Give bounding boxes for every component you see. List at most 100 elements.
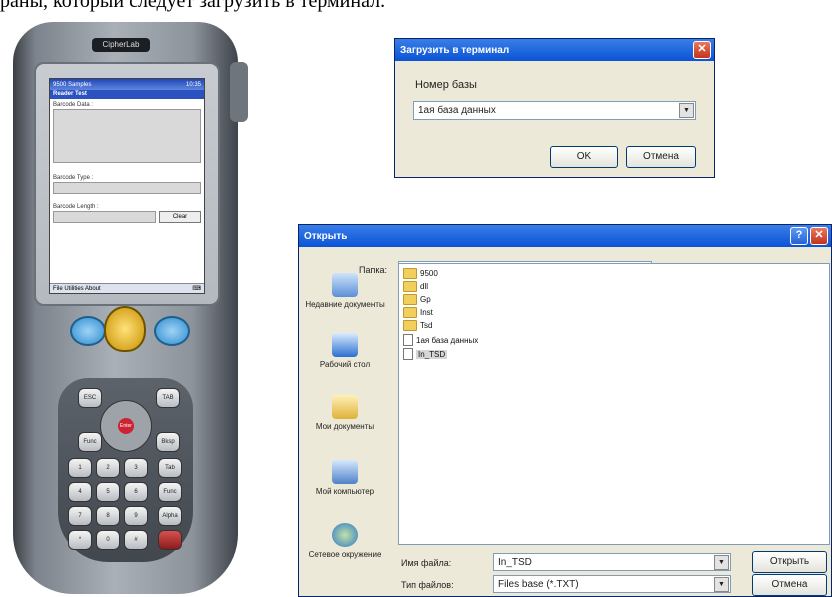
- key-tab[interactable]: TAB: [156, 388, 180, 408]
- screen-status-bar: 9500 Samples 10:35: [50, 79, 204, 90]
- folder-icon: [403, 281, 417, 292]
- close-icon[interactable]: ✕: [693, 41, 711, 59]
- key-3[interactable]: 3: [124, 458, 148, 478]
- key-bksp[interactable]: Bksp: [156, 432, 180, 452]
- place-network[interactable]: Сетевое окружение: [303, 523, 387, 559]
- place-recent-label: Недавние документы: [305, 300, 385, 309]
- recent-documents-icon: [332, 273, 358, 297]
- cancel-button[interactable]: Отмена: [626, 146, 696, 168]
- open-file-dialog: Открыть ? ✕ Папка: 9500 ▼ ⇦▣◫☷ Недавние …: [298, 224, 832, 597]
- place-desktop[interactable]: Рабочий стол: [303, 333, 387, 369]
- navigation-pad[interactable]: Enter: [100, 400, 152, 452]
- filetype-label: Тип файлов:: [401, 580, 454, 590]
- barcode-data-label: Barcode Data :: [53, 102, 94, 108]
- place-documents-label: Мои документы: [315, 422, 375, 431]
- key-1[interactable]: 1: [68, 458, 92, 478]
- key-enter[interactable]: Enter: [118, 418, 134, 434]
- dropdown-arrow-icon[interactable]: ▼: [714, 555, 729, 570]
- key-4[interactable]: 4: [68, 482, 92, 502]
- barcode-type-field[interactable]: [53, 182, 201, 194]
- item-name: dll: [420, 282, 429, 291]
- folder-icon: [403, 294, 417, 305]
- list-item[interactable]: Gp: [403, 294, 431, 305]
- item-name: 9500: [420, 269, 438, 278]
- keyboard-icon[interactable]: ⌨: [192, 285, 201, 292]
- key-7[interactable]: 7: [68, 506, 92, 526]
- key-0[interactable]: 0: [96, 530, 120, 550]
- key-side-func[interactable]: Func: [158, 482, 182, 502]
- clear-button[interactable]: Clear: [159, 211, 201, 223]
- list-item[interactable]: 1ая база данных: [403, 334, 478, 346]
- page-heading: раны, который следует загрузить в термин…: [0, 0, 386, 12]
- terminal-screen: 9500 Samples 10:35 Reader Test Barcode D…: [49, 78, 205, 294]
- item-name: 1ая база данных: [416, 335, 479, 345]
- open-dialog-titlebar[interactable]: Открыть ? ✕: [299, 225, 831, 247]
- handheld-terminal: CipherLab 9500 Samples 10:35 Reader Test…: [8, 22, 248, 594]
- key-9[interactable]: 9: [124, 506, 148, 526]
- key-8[interactable]: 8: [96, 506, 120, 526]
- screen-app-title: Reader Test: [50, 90, 204, 99]
- filetype-value: Files base (*.TXT): [498, 579, 579, 590]
- place-recent[interactable]: Недавние документы: [303, 273, 387, 309]
- key-side-alpha[interactable]: Alpha: [158, 506, 182, 526]
- database-select[interactable]: 1ая база данных ▼: [413, 101, 696, 120]
- filetype-select[interactable]: Files base (*.TXT) ▼: [493, 575, 731, 593]
- ok-button[interactable]: OK: [550, 146, 618, 168]
- keypad: ESC TAB Enter Func Bksp 1 2 3 Tab 4 5 6 …: [58, 378, 193, 562]
- network-icon: [332, 523, 358, 547]
- load-dialog-titlebar[interactable]: Загрузить в терминал ✕: [395, 39, 714, 61]
- list-item[interactable]: 9500: [403, 268, 438, 279]
- load-to-terminal-dialog: Загрузить в терминал ✕ Номер базы 1ая ба…: [394, 38, 715, 178]
- load-dialog-title: Загрузить в терминал: [400, 44, 510, 56]
- barcode-length-label: Barcode Length :: [53, 204, 99, 210]
- filename-label: Имя файла:: [401, 558, 452, 568]
- my-computer-icon: [332, 460, 358, 484]
- database-select-value: 1ая база данных: [418, 105, 496, 116]
- key-2[interactable]: 2: [96, 458, 120, 478]
- list-item[interactable]: Tsd: [403, 320, 432, 331]
- open-dialog-title: Открыть: [304, 230, 348, 242]
- filename-value: In_TSD: [498, 557, 532, 568]
- places-bar: Недавние документы Рабочий стол Мои доку…: [303, 255, 387, 593]
- list-item[interactable]: Inst: [403, 307, 433, 318]
- place-documents[interactable]: Мои документы: [303, 395, 387, 431]
- cancel-button[interactable]: Отмена: [752, 574, 827, 596]
- open-button[interactable]: Открыть: [752, 551, 827, 573]
- left-function-button[interactable]: [70, 316, 106, 346]
- close-icon[interactable]: ✕: [810, 227, 828, 245]
- barcode-length-field[interactable]: [53, 211, 156, 223]
- place-computer-label: Мой компьютер: [315, 487, 375, 496]
- file-list[interactable]: 9500 dll Gp Inst Tsd 1ая база данных In_…: [398, 263, 830, 545]
- side-scan-button[interactable]: [230, 62, 248, 122]
- filename-input[interactable]: In_TSD ▼: [493, 553, 731, 571]
- barcode-data-field[interactable]: [53, 109, 201, 163]
- titlebar-buttons: ? ✕: [790, 227, 828, 245]
- screen-menu-items[interactable]: File Utilities About: [53, 286, 101, 292]
- scan-trigger-button[interactable]: [104, 306, 146, 352]
- place-computer[interactable]: Мой компьютер: [303, 460, 387, 496]
- key-esc[interactable]: ESC: [78, 388, 102, 408]
- help-icon[interactable]: ?: [790, 227, 808, 245]
- item-name: Tsd: [420, 321, 433, 330]
- dropdown-arrow-icon[interactable]: ▼: [714, 577, 729, 592]
- item-name: Gp: [420, 295, 431, 304]
- folder-icon: [403, 320, 417, 331]
- key-5[interactable]: 5: [96, 482, 120, 502]
- key-side-tab[interactable]: Tab: [158, 458, 182, 478]
- text-file-icon: [403, 334, 413, 346]
- key-6[interactable]: 6: [124, 482, 148, 502]
- barcode-length-row: Clear: [53, 211, 201, 223]
- key-power[interactable]: [158, 530, 182, 550]
- database-number-label: Номер базы: [415, 79, 477, 91]
- right-function-button[interactable]: [154, 316, 190, 346]
- screen-clock: 10:35: [185, 81, 201, 88]
- folder-icon: [403, 307, 417, 318]
- key-star[interactable]: *: [68, 530, 92, 550]
- key-func[interactable]: Func: [78, 432, 102, 452]
- list-item-selected[interactable]: In_TSD: [403, 348, 448, 360]
- folder-icon: [403, 268, 417, 279]
- dropdown-arrow-icon[interactable]: ▼: [679, 103, 694, 118]
- key-hash[interactable]: #: [124, 530, 148, 550]
- text-file-icon: [403, 348, 413, 360]
- list-item[interactable]: dll: [403, 281, 428, 292]
